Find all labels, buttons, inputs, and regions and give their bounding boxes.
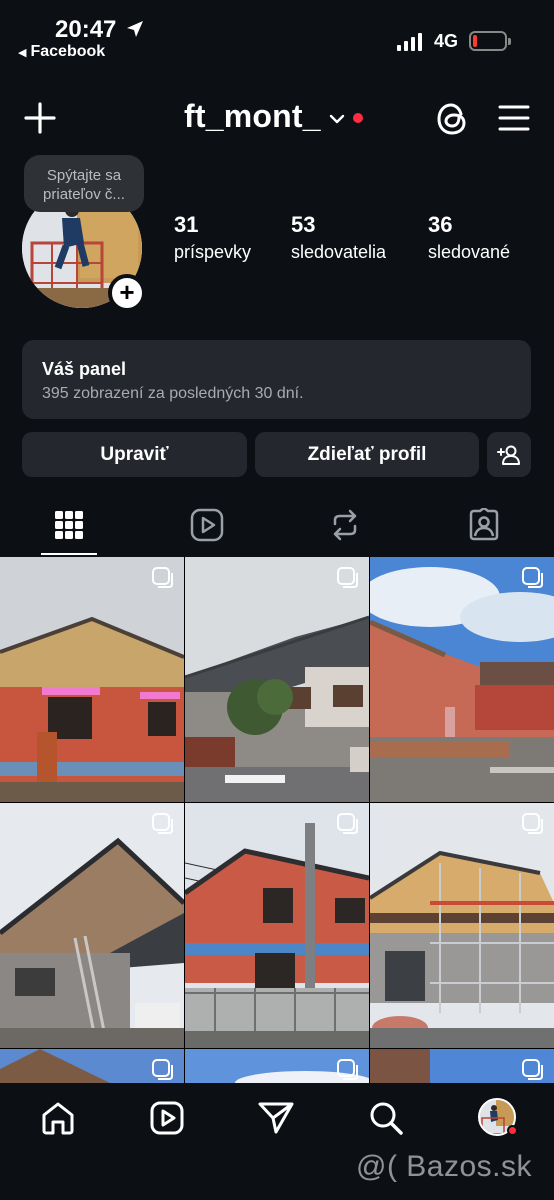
tab-tagged[interactable]: [464, 505, 504, 545]
tab-reposts[interactable]: [325, 505, 365, 545]
note-bubble[interactable]: Spýtajte sa priateľov č...: [24, 155, 144, 212]
repost-icon: [333, 509, 357, 541]
tagged-icon: [469, 508, 499, 541]
nav-home[interactable]: [38, 1098, 78, 1138]
nav-search[interactable]: [366, 1098, 406, 1138]
reels-icon: [150, 1101, 184, 1135]
following-count: 36: [428, 212, 453, 237]
post-photo: [0, 557, 184, 802]
multiple-photos-icon: [152, 567, 173, 588]
grid-post[interactable]: [0, 803, 184, 1048]
professional-dashboard[interactable]: Váš panel 395 zobrazení za posledných 30…: [22, 340, 531, 419]
multiple-photos-icon: [337, 567, 358, 588]
watermark: @( Bazos.sk: [356, 1150, 532, 1183]
post-photo: [0, 803, 184, 1048]
post-photo: [370, 803, 554, 1048]
multiple-photos-icon: [337, 813, 358, 834]
reels-icon: [190, 508, 224, 542]
grid-post[interactable]: [0, 557, 184, 802]
multiple-photos-icon: [152, 1059, 173, 1080]
back-app-label: Facebook: [30, 43, 106, 60]
post-photo: [185, 803, 369, 1048]
add-person-icon: [497, 445, 520, 465]
following-label: sledované: [428, 242, 511, 262]
search-icon: [370, 1102, 403, 1135]
location-arrow-icon: [127, 21, 143, 37]
threads-icon[interactable]: [434, 100, 470, 138]
dashboard-subtitle: 395 zobrazení za posledných 30 dní.: [42, 385, 304, 402]
posts-stat[interactable]: 31 príspevky: [174, 212, 251, 263]
dashboard-title: Váš panel: [42, 359, 127, 379]
account-switcher[interactable]: ft_mont_: [184, 98, 363, 135]
tab-reels[interactable]: [187, 505, 227, 545]
multiple-photos-icon: [522, 567, 543, 588]
grid-post[interactable]: [185, 557, 369, 802]
menu-icon[interactable]: [498, 104, 530, 132]
nav-direct[interactable]: [256, 1098, 296, 1138]
direct-icon: [258, 1102, 294, 1134]
profile-notification-dot: [507, 1125, 518, 1136]
back-to-app-link[interactable]: ◀ Facebook: [18, 43, 105, 61]
status-time: 20:47: [55, 16, 117, 43]
profile-header-background: [0, 70, 554, 557]
posts-label: príspevky: [174, 242, 252, 262]
signal-strength-icon: [397, 31, 422, 51]
grid-post[interactable]: [370, 557, 554, 802]
nav-reels[interactable]: [147, 1098, 187, 1138]
chevron-down-icon: [329, 114, 344, 123]
status-bar: 20:47 ◀ Facebook 4G: [0, 0, 554, 70]
followers-label: sledovatelia: [291, 242, 387, 262]
share-profile-button[interactable]: Zdieľať profil: [255, 432, 479, 477]
battery-icon: [469, 31, 511, 51]
tab-posts-grid[interactable]: [49, 505, 89, 545]
notification-dot: [352, 112, 363, 123]
edit-profile-button[interactable]: Upraviť: [22, 432, 247, 477]
plus-icon[interactable]: [22, 100, 58, 136]
multiple-photos-icon: [152, 813, 173, 834]
grid-post[interactable]: [0, 1049, 184, 1083]
username: ft_mont_: [184, 98, 321, 134]
posts-grid: [0, 557, 554, 1083]
network-type: 4G: [434, 31, 459, 51]
active-tab-indicator: [41, 553, 97, 555]
home-icon: [42, 1102, 74, 1135]
discover-people-button[interactable]: [487, 432, 531, 477]
back-triangle-icon: ◀: [18, 47, 27, 59]
multiple-photos-icon: [522, 813, 543, 834]
post-photo: [185, 557, 369, 802]
following-stat[interactable]: 36 sledované: [428, 212, 510, 263]
post-photo: [370, 557, 554, 802]
followers-count: 53: [291, 212, 316, 237]
posts-count: 31: [174, 212, 199, 237]
grid-post[interactable]: [370, 1049, 554, 1083]
grid-post[interactable]: [370, 803, 554, 1048]
grid-icon: [55, 511, 83, 539]
grid-post[interactable]: [185, 1049, 369, 1083]
followers-stat[interactable]: 53 sledovatelia: [291, 212, 386, 263]
grid-post[interactable]: [185, 803, 369, 1048]
multiple-photos-icon: [522, 1059, 543, 1080]
add-story-button[interactable]: +: [108, 274, 146, 312]
multiple-photos-icon: [337, 1059, 358, 1080]
